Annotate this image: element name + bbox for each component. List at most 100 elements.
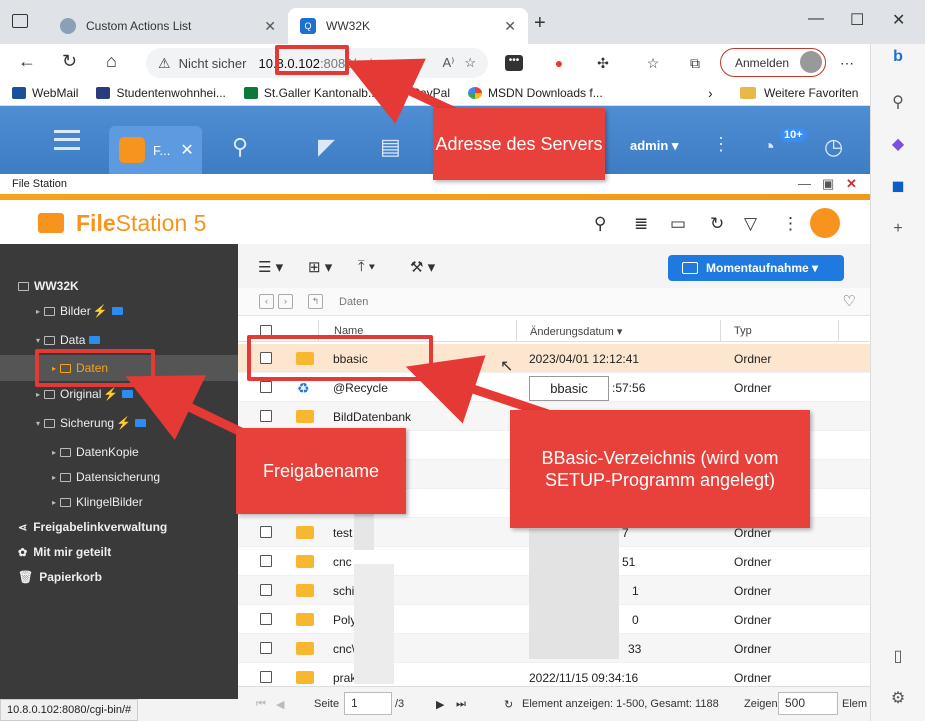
tasks-icon[interactable]: ▤	[380, 134, 401, 160]
row-checkbox[interactable]	[260, 381, 272, 393]
paypal-icon	[395, 86, 406, 99]
tree-share-links[interactable]: ⋖ Freigabelinkverwaltung	[18, 520, 167, 534]
next-page-icon[interactable]: ▶	[436, 698, 444, 711]
qnap-app-tab[interactable]: F... ✕	[109, 126, 202, 174]
more-menu-icon[interactable]: ⋯	[838, 55, 856, 71]
search-icon[interactable]: ⚲	[594, 214, 606, 234]
row-checkbox[interactable]	[260, 410, 272, 422]
reload-icon[interactable]: ↻	[62, 51, 77, 72]
maximize-icon[interactable]: ▣	[822, 176, 834, 192]
home-icon[interactable]: ⌂	[106, 51, 117, 72]
tree-item-bilder[interactable]: ▸ Bilder ⚡	[36, 304, 123, 318]
col-type[interactable]: Typ	[734, 325, 752, 337]
tab-ww32k[interactable]: Q WW32K ✕	[288, 8, 528, 44]
search-icon[interactable]: ⚲	[889, 92, 907, 111]
split-screen-icon[interactable]: ▯	[889, 646, 907, 665]
filter-icon[interactable]: ▽	[744, 214, 757, 234]
extensions-puzzle-icon[interactable]: ✣	[594, 55, 612, 71]
read-aloud-icon[interactable]: A⁾	[442, 55, 454, 71]
fav-studentenwohnheim[interactable]: Studentenwohnhei...	[96, 86, 226, 100]
file-date: 0	[632, 613, 639, 627]
more-icon[interactable]: ⋮	[712, 134, 730, 155]
close-tab-icon[interactable]: ✕	[264, 18, 276, 35]
last-page-icon[interactable]: ⏭	[456, 698, 466, 711]
row-checkbox[interactable]	[260, 613, 272, 625]
create-folder-icon[interactable]: ⊞ ▾	[308, 258, 332, 276]
tree-item-sicherung[interactable]: ▾ Sicherung ⚡	[36, 416, 147, 430]
minimize-icon[interactable]: —	[798, 176, 811, 191]
background-tasks-icon[interactable]: ≣	[634, 214, 648, 234]
fav-folder-more[interactable]: Weitere Favoriten	[740, 86, 858, 100]
page-size-select[interactable]: 500	[778, 692, 838, 715]
user-menu[interactable]: admin ▾	[630, 138, 678, 154]
folder-icon	[296, 613, 314, 626]
notification-icon[interactable]: ◤	[318, 134, 335, 160]
favorite-icon[interactable]: ♡	[843, 292, 856, 310]
add-icon[interactable]: +	[889, 220, 907, 238]
smart-file-filter-icon[interactable]	[810, 208, 840, 238]
row-checkbox[interactable]	[260, 584, 272, 596]
col-date[interactable]: Änderungsdatum ▾	[530, 325, 622, 338]
remote-mount-icon[interactable]: ▭	[670, 214, 686, 234]
upload-icon[interactable]: ⤒ ▾	[358, 258, 375, 275]
search-icon[interactable]: ⚲	[232, 134, 248, 160]
back-icon[interactable]: ‹	[259, 294, 274, 309]
tools-icon[interactable]: ⚒ ▾	[410, 258, 435, 276]
tab-custom-actions[interactable]: Custom Actions List ✕	[48, 8, 288, 44]
back-icon[interactable]: ←	[18, 51, 36, 72]
refresh-icon[interactable]: ↻	[504, 698, 513, 711]
tree-root-ww32k[interactable]: WW32K	[18, 279, 79, 293]
tree-item-data[interactable]: ▾ Data	[36, 333, 101, 347]
tree-item-original[interactable]: ▸ Original ⚡	[36, 387, 134, 401]
breadcrumb[interactable]: Daten	[339, 296, 368, 308]
fav-webmail[interactable]: WebMail	[12, 86, 78, 100]
snapshot-button[interactable]: Momentaufnahme ▾	[668, 255, 844, 281]
menu-icon[interactable]	[54, 130, 80, 150]
folder-icon	[296, 526, 314, 539]
camera-icon	[682, 262, 698, 274]
fav-msdn[interactable]: MSDN Downloads f...	[468, 86, 603, 100]
maximize-icon[interactable]: ☐	[850, 10, 864, 30]
more-icon[interactable]: ⋮	[782, 214, 799, 234]
favorites-icon[interactable]: ☆	[644, 55, 662, 71]
prev-page-icon[interactable]: ◀	[276, 698, 284, 711]
row-checkbox[interactable]	[260, 642, 272, 654]
chevron-right-icon[interactable]: ›	[708, 85, 713, 101]
fav-paypal[interactable]: PayPal	[395, 86, 450, 100]
add-favorite-icon[interactable]: ☆	[464, 55, 476, 71]
caret-icon: ▸	[36, 306, 41, 316]
settings-icon[interactable]: ⚙	[889, 688, 907, 707]
bing-icon[interactable]: b	[889, 48, 907, 66]
close-icon[interactable]: ✕	[846, 176, 857, 192]
outlook-icon[interactable]: ◼	[889, 176, 907, 195]
tree-recycle-bin[interactable]: 🗑 Papierkorb	[18, 570, 102, 584]
tree-item-klingelbilder[interactable]: ▸ KlingelBilder	[52, 495, 143, 509]
row-checkbox[interactable]	[260, 526, 272, 538]
extension-red-icon[interactable]: ●	[550, 55, 568, 71]
close-tab-icon[interactable]: ✕	[504, 18, 516, 35]
forward-icon[interactable]: ›	[278, 294, 293, 309]
parent-folder-icon[interactable]: ↰	[308, 294, 323, 309]
row-checkbox[interactable]	[260, 671, 272, 683]
tree-shared-with-me[interactable]: ✿ Mit mir geteilt	[18, 545, 111, 559]
close-app-icon[interactable]: ✕	[180, 140, 193, 160]
close-window-icon[interactable]: ✕	[892, 10, 905, 30]
page-input[interactable]: 1	[344, 692, 392, 715]
extension-icon[interactable]: •••	[505, 55, 523, 71]
sidebar-toggle-icon[interactable]	[12, 14, 28, 28]
refresh-icon[interactable]: ↻	[710, 214, 724, 234]
signin-button[interactable]: Anmelden	[720, 48, 826, 77]
view-mode-icon[interactable]: ☰ ▾	[258, 258, 283, 276]
tree-item-datensicherung[interactable]: ▸ Datensicherung	[52, 470, 160, 484]
copilot-icon[interactable]: ◆	[889, 134, 907, 153]
first-page-icon[interactable]: ⏮	[256, 698, 266, 711]
fav-kantonalbank[interactable]: St.Galler Kantonalb...	[243, 86, 378, 100]
status-icon[interactable]: ◔	[762, 134, 775, 160]
collections-icon[interactable]: ⧉	[686, 55, 704, 71]
tree-item-datenkopie[interactable]: ▸ DatenKopie	[52, 445, 139, 459]
minimize-icon[interactable]: —	[808, 10, 824, 28]
fav-label: MSDN Downloads f...	[488, 85, 603, 100]
new-tab-icon[interactable]: +	[534, 12, 546, 35]
dashboard-icon[interactable]: ◷	[824, 134, 843, 160]
row-checkbox[interactable]	[260, 555, 272, 567]
